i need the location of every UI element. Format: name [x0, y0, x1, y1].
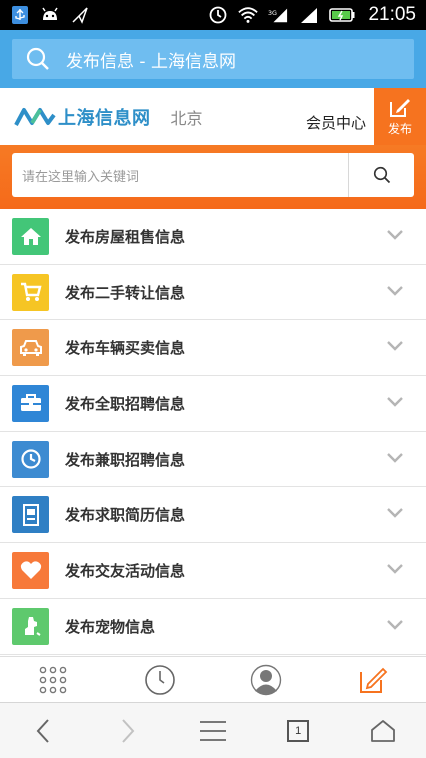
category-item-pet[interactable]: 发布宠物信息 [0, 598, 426, 655]
chevron-down-icon [387, 341, 403, 352]
tab-publish[interactable] [320, 657, 426, 703]
category-label: 发布二手转让信息 [65, 283, 186, 302]
hamburger-icon [200, 720, 226, 741]
house-icon [12, 217, 49, 255]
category-label: 发布求职简历信息 [65, 506, 186, 525]
menu-button[interactable] [170, 703, 255, 758]
chevron-down-icon [387, 452, 403, 463]
tab-user[interactable] [213, 657, 320, 703]
category-item-fulltime-job[interactable]: 发布全职招聘信息 [0, 376, 426, 432]
clock-icon [144, 664, 175, 695]
logo-text: 上海信息网 [58, 107, 151, 129]
user-icon [251, 664, 282, 695]
chevron-right-icon [122, 718, 135, 743]
category-label: 发布车辆买卖信息 [65, 339, 186, 358]
status-bar: 3G 21:05 [0, 0, 426, 30]
page: 3G 21:05 发布信息 - 上海信息网 上海信息网 北京 会员中心 发布 请… [0, 0, 426, 758]
search-placeholder: 请在这里输入关键词 [22, 169, 140, 185]
site-logo[interactable]: 上海信息网 [14, 104, 151, 130]
briefcase-icon [12, 384, 49, 422]
signal-icon [298, 5, 318, 25]
browser-nav-bar: 1 [0, 702, 426, 758]
browser-address-bar: 发布信息 - 上海信息网 [0, 30, 426, 88]
grid-icon [39, 666, 67, 693]
home-button[interactable] [341, 703, 426, 758]
category-list: 发布房屋租售信息 发布二手转让信息 发布车辆买卖信息 发布全职招聘信息 发布兼职… [0, 209, 426, 655]
status-time: 21:05 [368, 4, 416, 25]
svg-text:3G: 3G [268, 10, 277, 17]
car-icon [12, 329, 49, 367]
battery-icon [328, 5, 356, 25]
chevron-left-icon [36, 718, 49, 743]
category-item-resume[interactable]: 发布求职简历信息 [0, 487, 426, 544]
tab-menu[interactable] [0, 657, 107, 703]
clock-icon [12, 440, 49, 478]
category-label: 发布交友活动信息 [65, 561, 186, 580]
chevron-down-icon [387, 397, 403, 407]
chevron-down-icon [387, 230, 403, 240]
member-center-link[interactable]: 会员中心 [306, 112, 366, 133]
bottom-tab-bar [0, 656, 426, 702]
status-left [10, 5, 90, 25]
publish-label: 发布 [387, 122, 412, 136]
category-item-house[interactable]: 发布房屋租售信息 [0, 209, 426, 265]
edit-icon [390, 99, 410, 117]
alarm-icon [208, 5, 228, 25]
city-selector[interactable]: 北京 [171, 105, 203, 129]
usb-icon [10, 5, 30, 25]
tabs-button[interactable]: 1 [256, 703, 341, 758]
category-label: 发布全职招聘信息 [65, 394, 186, 413]
site-header: 上海信息网 北京 会员中心 发布 [0, 88, 426, 145]
home-icon [371, 719, 396, 742]
search-icon [26, 47, 49, 70]
category-label: 发布宠物信息 [65, 617, 156, 636]
search-button[interactable] [348, 153, 414, 197]
edit-icon [359, 667, 388, 693]
chevron-down-icon [387, 564, 403, 574]
chevron-down-icon [387, 285, 403, 296]
category-item-parttime-job[interactable]: 发布兼职招聘信息 [0, 431, 426, 488]
address-field[interactable]: 发布信息 - 上海信息网 [12, 39, 414, 79]
forward-button[interactable] [85, 703, 170, 758]
category-item-secondhand[interactable]: 发布二手转让信息 [0, 264, 426, 321]
category-label: 发布房屋租售信息 [65, 227, 186, 246]
pet-icon [12, 607, 49, 645]
chevron-down-icon [387, 619, 403, 630]
tab-count: 1 [287, 719, 310, 742]
search-band: 请在这里输入关键词 [0, 145, 426, 209]
android-icon [40, 5, 60, 25]
resume-icon [12, 496, 49, 534]
tab-history[interactable] [107, 657, 214, 703]
cart-icon [12, 273, 49, 311]
category-label: 发布兼职招聘信息 [65, 450, 186, 469]
signal-3g-icon: 3G [268, 5, 288, 25]
keyword-search-input[interactable]: 请在这里输入关键词 [12, 153, 348, 197]
category-item-car[interactable]: 发布车辆买卖信息 [0, 320, 426, 377]
chevron-down-icon [387, 508, 403, 519]
send-icon [70, 5, 90, 25]
category-item-social[interactable]: 发布交友活动信息 [0, 543, 426, 599]
address-text: 发布信息 - 上海信息网 [66, 51, 236, 72]
search-icon [373, 166, 390, 184]
publish-button[interactable]: 发布 [374, 88, 426, 145]
heart-icon [12, 551, 49, 589]
status-right: 3G 21:05 [208, 4, 416, 26]
logo-mark-icon [14, 107, 56, 126]
back-button[interactable] [0, 703, 85, 758]
wifi-icon [238, 5, 259, 25]
